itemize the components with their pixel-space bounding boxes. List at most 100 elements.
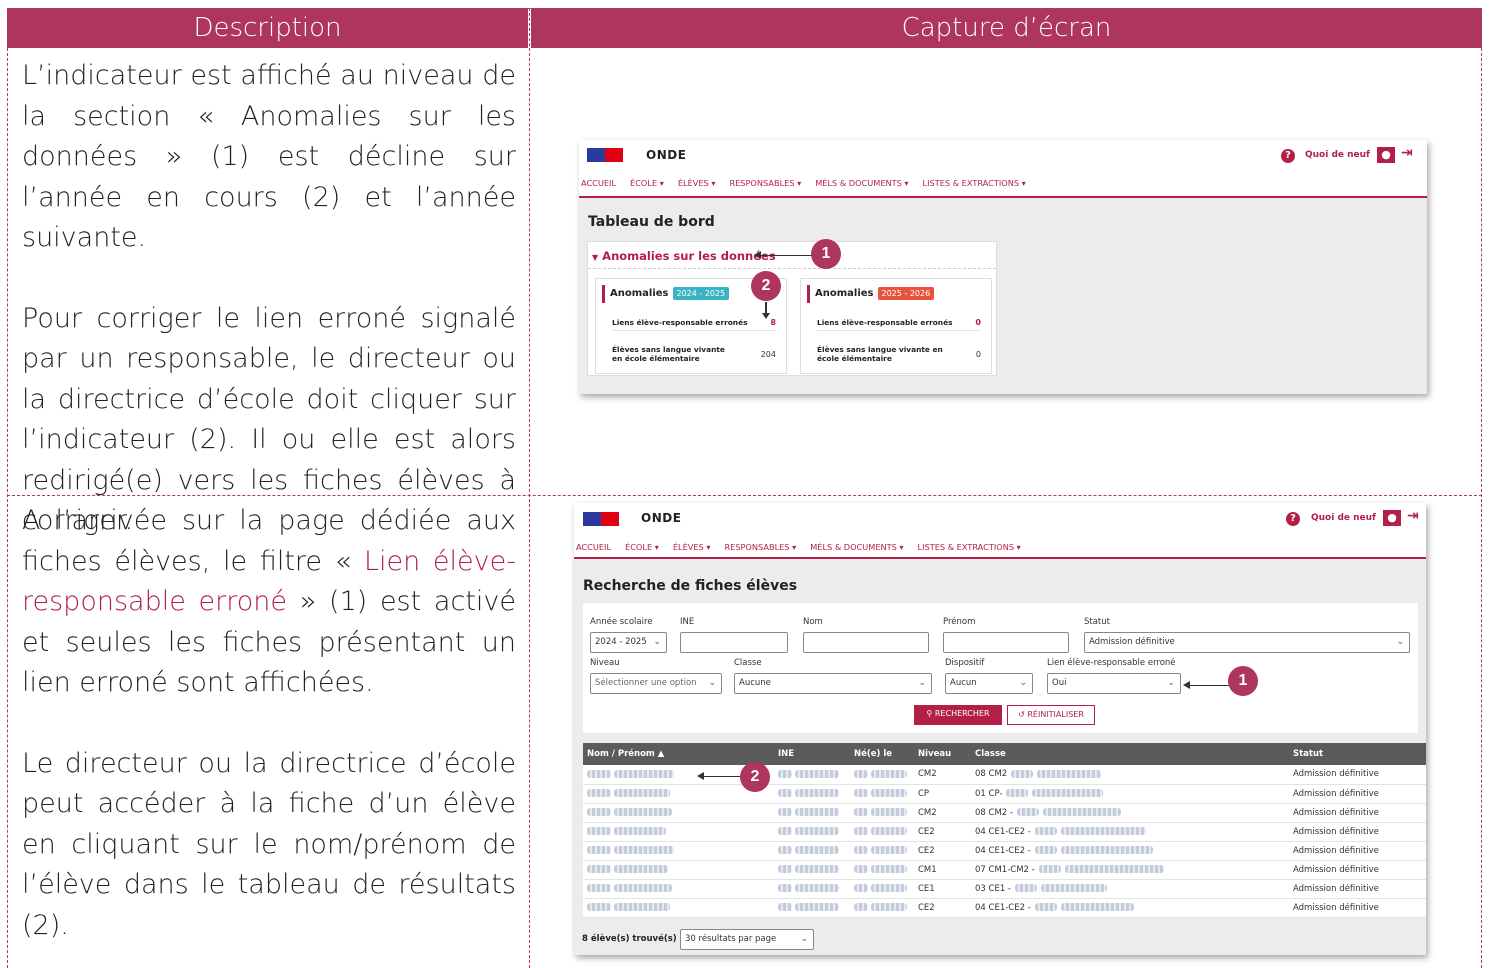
cell-text: Admission définitive <box>1293 769 1379 780</box>
ine-input[interactable] <box>680 632 788 653</box>
redacted-text <box>614 789 670 797</box>
anomaly-row[interactable]: Élèves sans langue vivante en école élém… <box>817 343 981 365</box>
redacted-text <box>778 769 792 778</box>
per-page-select[interactable]: 30 résultats par page ⌄ <box>680 929 814 950</box>
table-row[interactable]: CM2 08 CM2 Admission définitive <box>583 765 1426 785</box>
redacted-text <box>587 769 611 778</box>
table-row[interactable]: CE1 03 CE1 - Admission définitive <box>583 879 1426 899</box>
column-header[interactable]: INE <box>774 743 850 765</box>
user-icon[interactable]: ● <box>1377 147 1395 163</box>
menu-item-ecole[interactable]: ÉCOLE ▾ <box>630 178 664 196</box>
anomaly-value-link[interactable]: 8 <box>770 318 776 327</box>
anomalies-section-toggle[interactable]: ▼ Anomalies sur les données <box>592 249 776 263</box>
table-row[interactable]: CM1 07 CM1-CM2 - Admission définitive <box>583 860 1426 880</box>
column-header[interactable]: Nom / Prénom ▲ <box>583 743 774 765</box>
ine-cell <box>774 822 850 842</box>
whats-new-link[interactable]: Quoi de neuf <box>1305 150 1370 160</box>
student-name-link[interactable] <box>583 803 774 823</box>
prenom-input[interactable] <box>943 632 1069 653</box>
anomaly-row[interactable]: Liens élève-responsable erronés 0 <box>817 317 981 331</box>
student-name-link[interactable] <box>583 879 774 899</box>
cell-text: Admission définitive <box>1293 883 1379 894</box>
screenshot-dashboard: ONDE ? Quoi de neuf ● ⇥ ACCUEIL ÉCOLE ▾ … <box>579 140 1427 394</box>
logout-icon[interactable]: ⇥ <box>1401 145 1413 161</box>
anomaly-row[interactable]: Élèves sans langue vivante en école élém… <box>612 343 776 365</box>
menu-item-responsables[interactable]: RESPONSABLES ▾ <box>724 542 796 557</box>
ine-cell <box>774 860 850 880</box>
anomaly-label: Liens élève-responsable erronés <box>612 318 748 327</box>
user-icon[interactable]: ● <box>1383 510 1401 526</box>
annee-select[interactable]: 2024 - 2025 ⌄ <box>590 632 667 653</box>
grid-line <box>7 8 1482 9</box>
help-icon[interactable]: ? <box>1281 149 1295 163</box>
redacted-text <box>587 808 611 816</box>
niveau-select[interactable]: Sélectionner une option ⌄ <box>590 673 722 694</box>
redacted-text <box>778 827 792 835</box>
redacted-text <box>778 808 792 816</box>
menu-item-listes[interactable]: LISTES & EXTRACTIONS ▾ <box>918 542 1021 557</box>
cell-text: CM2 <box>918 807 937 818</box>
redacted-text <box>614 827 666 835</box>
redacted-text <box>1032 789 1104 797</box>
reset-button[interactable]: ↺ RÉINITIALISER <box>1007 705 1095 725</box>
student-name-link[interactable] <box>583 898 774 918</box>
column-header[interactable]: Niveau <box>914 743 971 765</box>
logout-icon[interactable]: ⇥ <box>1407 508 1419 524</box>
birthdate-cell <box>850 784 914 804</box>
menu-item-responsables[interactable]: RESPONSABLES ▾ <box>729 178 801 196</box>
divider <box>588 268 996 269</box>
cell-text: CM2 <box>918 769 937 780</box>
niveau-cell: CM1 <box>914 860 971 880</box>
menu-item-ecole[interactable]: ÉCOLE ▾ <box>625 542 659 557</box>
table-row[interactable]: CE2 04 CE1-CE2 - Admission définitive <box>583 822 1426 842</box>
table-row[interactable]: CP 01 CP- Admission définitive <box>583 784 1426 804</box>
help-icon[interactable]: ? <box>1286 512 1300 526</box>
nom-input[interactable] <box>803 632 929 653</box>
cell-text: 04 CE1-CE2 - <box>975 902 1031 913</box>
cell-text: Admission définitive <box>1293 845 1379 856</box>
column-header[interactable]: Né(e) le <box>850 743 914 765</box>
search-button[interactable]: ⚲ RECHERCHER <box>914 705 1002 725</box>
anomaly-row[interactable]: Liens élève-responsable erronés 8 <box>612 317 776 331</box>
callout-1: 1 <box>811 239 841 269</box>
menu-item-eleves[interactable]: ÉLÈVES ▾ <box>678 178 716 196</box>
card-title-text: Anomalies <box>610 288 669 299</box>
statut-cell: Admission définitive <box>1289 784 1426 804</box>
table-row[interactable]: CM2 08 CM2 - Admission définitive <box>583 803 1426 823</box>
anomaly-value[interactable]: 204 <box>761 350 776 359</box>
redacted-text <box>854 769 868 778</box>
student-name-link[interactable] <box>583 841 774 861</box>
menu-item-listes[interactable]: LISTES & EXTRACTIONS ▾ <box>923 178 1026 196</box>
reset-icon: ↺ <box>1018 710 1025 719</box>
cell-text: 01 CP- <box>975 788 1003 799</box>
table-row[interactable]: CE2 04 CE1-CE2 - Admission définitive <box>583 841 1426 861</box>
grid-line <box>7 48 8 968</box>
menu-item-accueil[interactable]: ACCUEIL <box>576 542 611 557</box>
results-count: 8 élève(s) trouvé(s) <box>582 934 677 944</box>
whats-new-link[interactable]: Quoi de neuf <box>1311 513 1376 523</box>
student-name-link[interactable] <box>583 822 774 842</box>
student-name-link[interactable] <box>583 860 774 880</box>
year-badge: 2025 - 2026 <box>877 287 935 300</box>
menu-item-mels[interactable]: MÉLS & DOCUMENTS ▾ <box>815 178 908 196</box>
menu-item-accueil[interactable]: ACCUEIL <box>581 178 616 196</box>
description-paragraph: Le directeur ou la directrice d’école pe… <box>22 747 516 941</box>
statut-select[interactable]: Admission définitive ⌄ <box>1084 632 1410 653</box>
statut-cell: Admission définitive <box>1289 860 1426 880</box>
birthdate-cell <box>850 879 914 899</box>
dispositif-select[interactable]: Aucun ⌄ <box>945 673 1033 694</box>
menu-item-mels[interactable]: MÉLS & DOCUMENTS ▾ <box>810 542 903 557</box>
classe-select[interactable]: Aucune ⌄ <box>734 673 932 694</box>
lien-select[interactable]: Oui ⌄ <box>1047 673 1181 694</box>
redacted-text <box>1041 884 1108 892</box>
redacted-text <box>795 846 839 854</box>
classe-cell: 04 CE1-CE2 - <box>971 898 1289 918</box>
anomaly-value[interactable]: 0 <box>976 350 981 359</box>
anomaly-value-link[interactable]: 0 <box>975 318 981 327</box>
redacted-text <box>778 903 792 911</box>
table-row[interactable]: CE2 04 CE1-CE2 - Admission définitive <box>583 898 1426 918</box>
column-header[interactable]: Classe <box>971 743 1289 765</box>
column-header[interactable]: Statut <box>1289 743 1426 765</box>
menu-item-eleves[interactable]: ÉLÈVES ▾ <box>673 542 711 557</box>
redacted-text <box>1042 808 1121 816</box>
